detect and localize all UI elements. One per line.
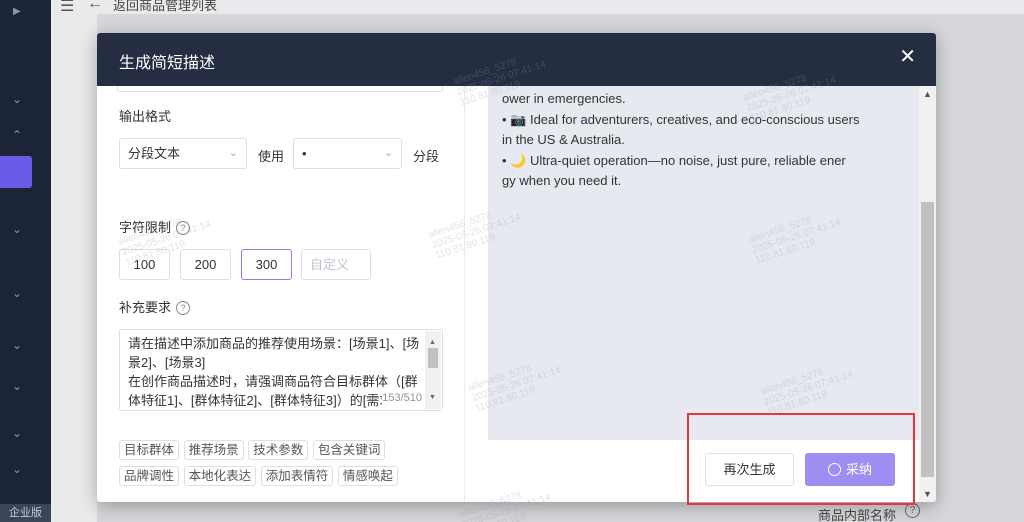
scroll-down-icon[interactable]: ▼ (923, 489, 932, 499)
help-icon[interactable]: ? (905, 503, 920, 518)
char-limit-label-text: 字符限制 (119, 220, 172, 235)
use-text: 使用 (258, 149, 285, 164)
chevron-down-icon[interactable]: ⌄ (12, 222, 22, 236)
tag-emoji[interactable]: 添加表情符 (260, 466, 334, 486)
top-bar: ☰ ← 返回商品管理列表 (51, 0, 1024, 16)
scrollbar-thumb[interactable] (428, 348, 438, 368)
separator-select-value: • (302, 146, 307, 161)
chevron-down-icon[interactable]: ⌄ (12, 286, 22, 300)
separator-select[interactable]: • ⌄ (293, 138, 402, 169)
output-line: in the US & Australia. (502, 132, 625, 147)
scroll-up-icon[interactable]: ▲ (923, 89, 932, 99)
settings-pane: 输出格式 分段文本 ⌄ 使用 • ⌄ 分段 字符限制? 100 200 300 … (97, 86, 465, 502)
back-arrow-icon[interactable]: ← (87, 0, 103, 13)
output-line: ower in emergencies. (502, 91, 626, 106)
extra-requirements-label: 补充要求? (119, 297, 191, 316)
collapse-arrow-icon[interactable]: ▶ (13, 6, 21, 17)
limit-option-200[interactable]: 200 (180, 249, 231, 280)
textarea-line: 景2]、[场景3] (128, 355, 206, 370)
back-link[interactable]: 返回商品管理列表 (113, 0, 217, 14)
format-select[interactable]: 分段文本 ⌄ (119, 138, 247, 169)
output-line: gy when you need it. (502, 173, 622, 188)
tag-recommended-scene[interactable]: 推荐场景 (183, 440, 244, 460)
internal-name-label: 商品内部名称 (818, 508, 897, 522)
chevron-down-icon: ⌄ (228, 147, 238, 159)
char-limit-label: 字符限制? (119, 217, 191, 236)
nav-active-item[interactable] (0, 156, 32, 188)
scroll-down-icon[interactable]: ▼ (429, 388, 436, 407)
dialog-header: 生成简短描述 ✕ (97, 33, 936, 86)
limit-option-100[interactable]: 100 (119, 249, 170, 280)
scrollbar-thumb[interactable] (921, 202, 934, 477)
tag-keywords[interactable]: 包含关键词 (312, 440, 386, 460)
help-icon[interactable]: ? (176, 301, 191, 315)
extra-requirements-label-text: 补充要求 (119, 300, 172, 315)
left-navigation: ▶ ⌄ ⌃ ⌄ ⌄ ⌄ ⌄ ⌄ ⌄ 企业版 (0, 0, 51, 522)
chevron-down-icon[interactable]: ⌄ (12, 426, 22, 440)
tag-brand-tone[interactable]: 品牌调性 (119, 466, 180, 486)
close-icon[interactable]: ✕ (899, 47, 916, 67)
chevron-down-icon: ⌄ (383, 147, 393, 159)
limit-option-300[interactable]: 300 (241, 249, 292, 280)
help-icon[interactable]: ? (176, 221, 191, 235)
output-line: • 📷 Ideal for adventurers, creatives, an… (502, 111, 860, 127)
textarea-scrollbar[interactable]: ▲ ▼ (425, 331, 441, 409)
custom-limit-input[interactable]: 自定义 (301, 249, 371, 280)
output-format-label: 输出格式 (119, 109, 172, 124)
segment-text: 分段 (413, 149, 440, 164)
char-counter: 153/510 (382, 389, 422, 408)
format-select-value: 分段文本 (128, 146, 181, 161)
tag-tech-params[interactable]: 技术参数 (248, 440, 309, 460)
dialog-title: 生成简短描述 (119, 55, 216, 72)
clipped-input-field[interactable] (117, 86, 443, 92)
chevron-down-icon[interactable]: ⌄ (12, 379, 22, 393)
textarea-line: 请在描述中添加商品的推荐使用场景：[场景1]、[场 (128, 336, 420, 351)
dialog-scrollbar[interactable]: ▲ ▼ (919, 86, 936, 502)
textarea-line: 在创作商品描述时，请强调商品符合目标群体（[群 (128, 374, 418, 389)
tag-emotion[interactable]: 情感唤起 (337, 466, 398, 486)
extra-requirements-textarea[interactable]: 请在描述中添加商品的推荐使用场景：[场景1]、[场 景2]、[场景3] 在创作商… (119, 329, 443, 411)
chevron-down-icon[interactable]: ⌄ (12, 462, 22, 476)
generated-output: ower in emergencies. • 📷 Ideal for adven… (488, 86, 934, 440)
chevron-down-icon[interactable]: ⌄ (12, 92, 22, 106)
highlight-annotation (687, 413, 915, 505)
chevron-up-icon[interactable]: ⌃ (12, 128, 22, 142)
edition-badge: 企业版 (0, 504, 51, 522)
textarea-line: 体特征1]、[群体特征2]、[群体特征3]）的[需求 (128, 393, 393, 408)
tag-localization[interactable]: 本地化表达 (183, 466, 257, 486)
requirement-tags: 目标群体 推荐场景 技术参数 包含关键词 品牌调性 本地化表达 添加表情符 情感… (119, 440, 419, 492)
chevron-down-icon[interactable]: ⌄ (12, 338, 22, 352)
output-line: • 🌙 Ultra-quiet operation—no noise, just… (502, 152, 846, 168)
tag-target-group[interactable]: 目标群体 (119, 440, 180, 460)
menu-icon[interactable]: ☰ (60, 0, 74, 16)
